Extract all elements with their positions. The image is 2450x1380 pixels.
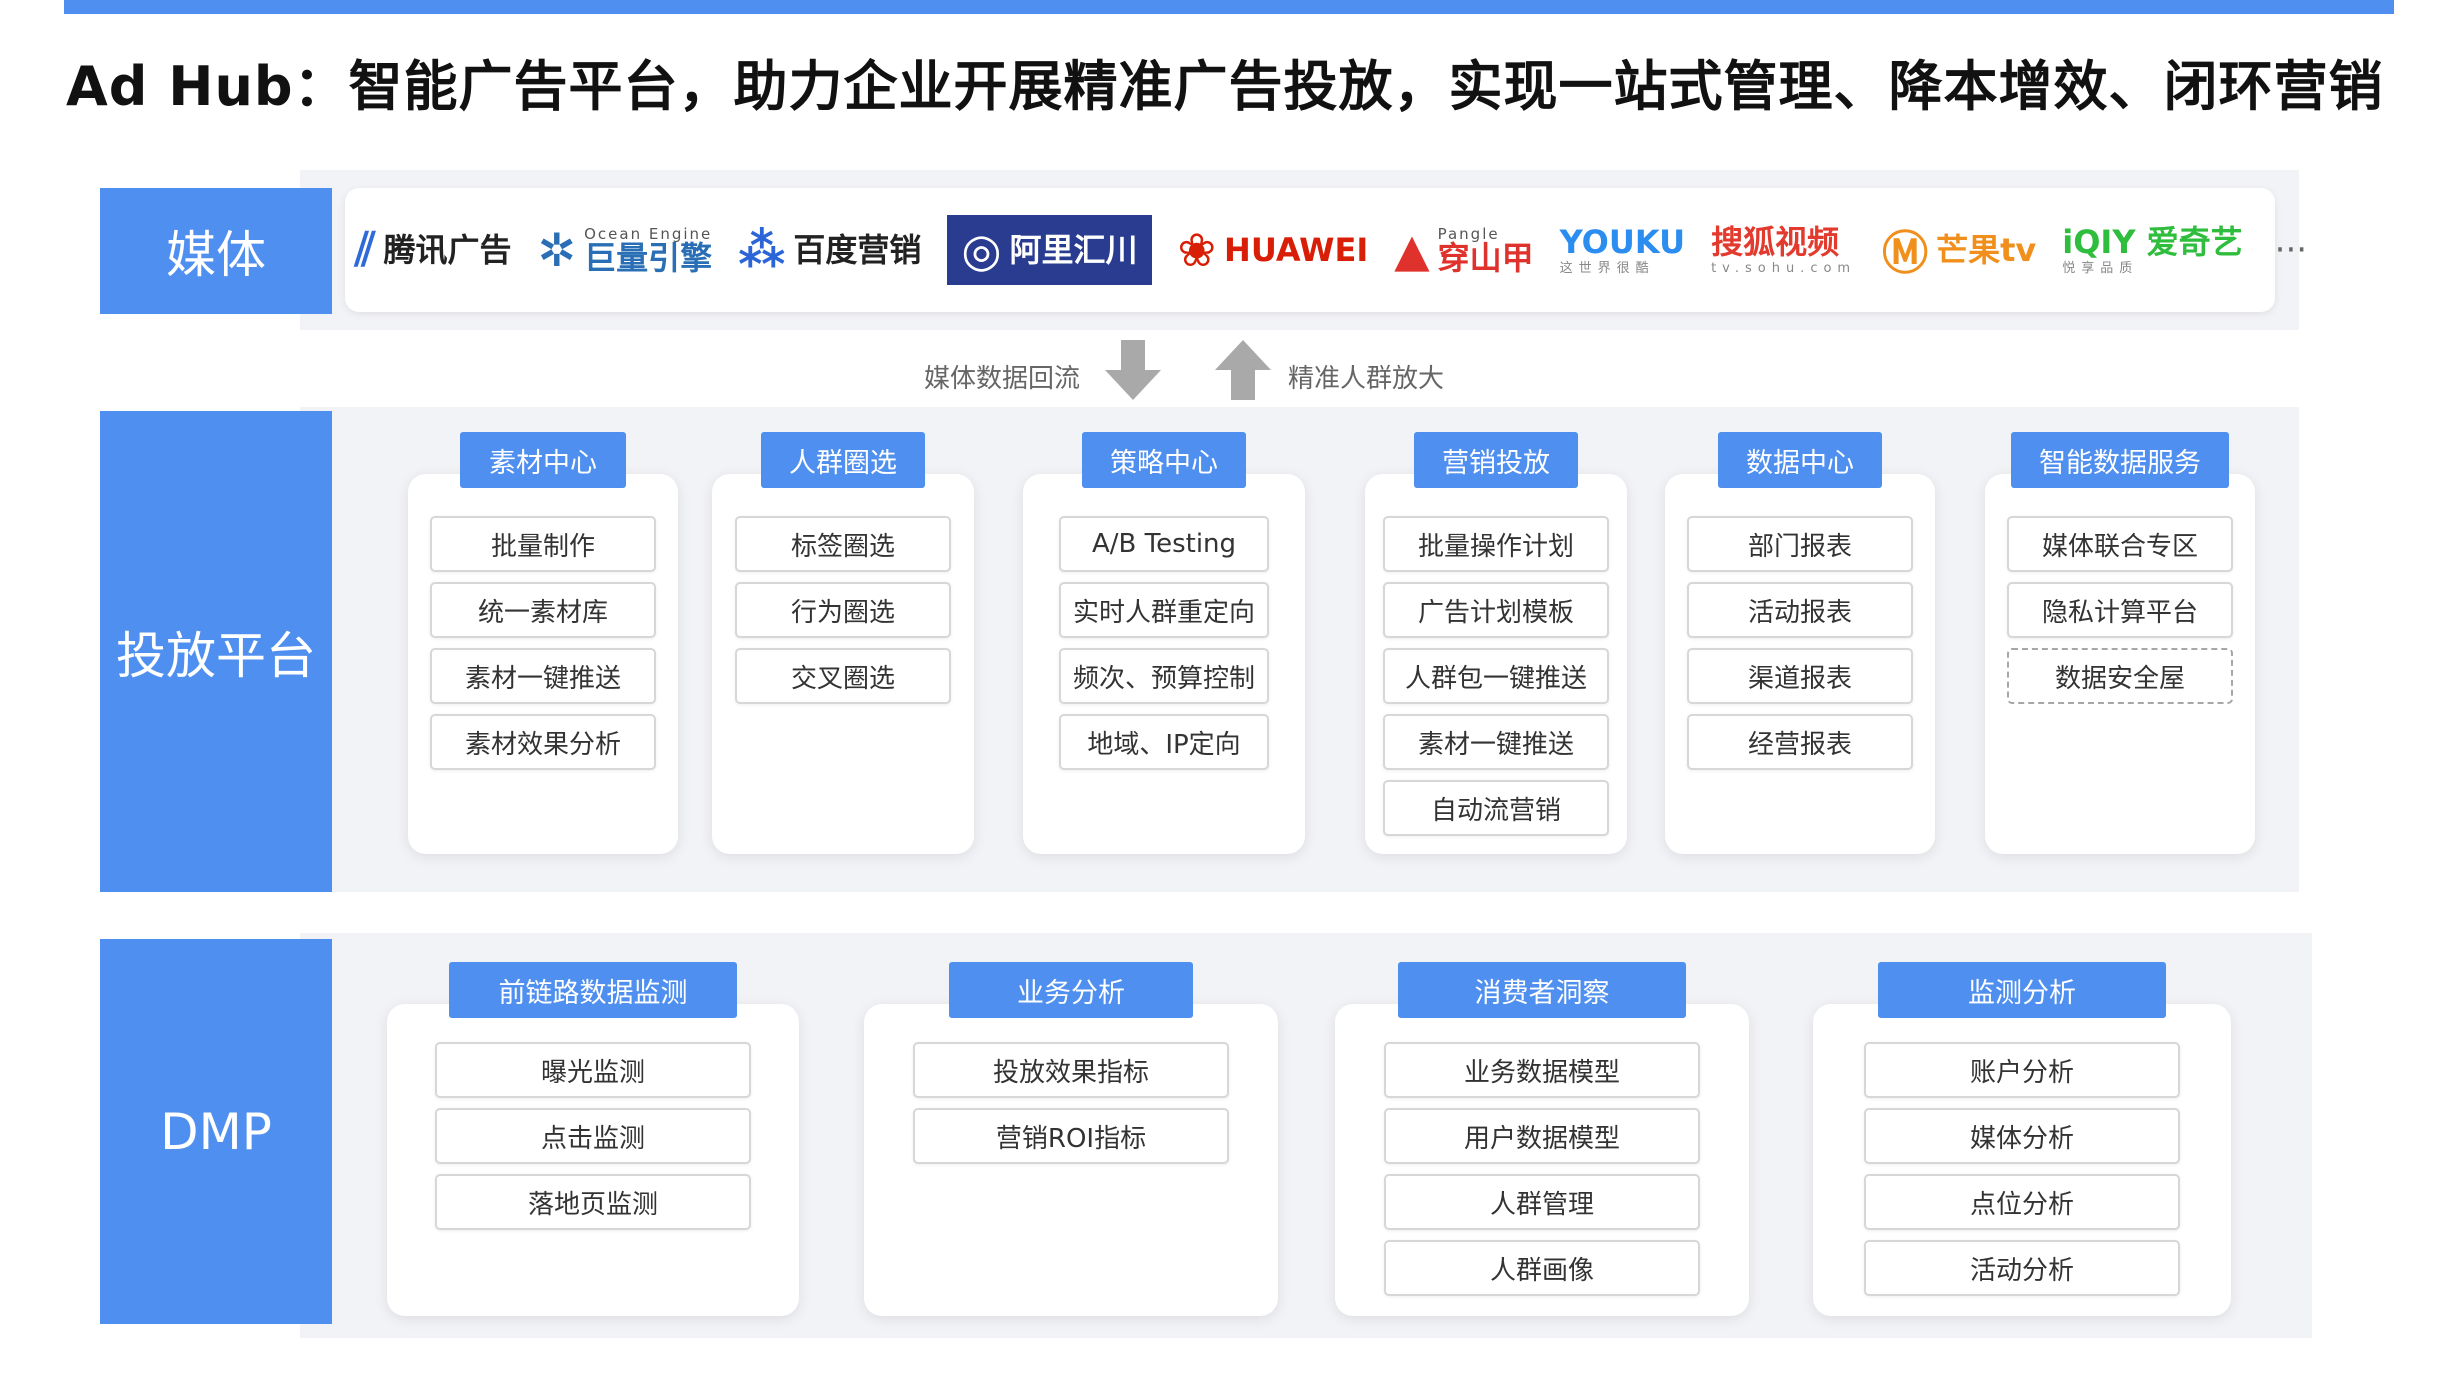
logo-tagline: tv.sohu.com <box>1711 260 1857 276</box>
logo-name: 芒果tv <box>1936 231 2037 269</box>
media-label: 媒体 <box>100 188 332 314</box>
module-item: 批量制作 <box>430 516 656 572</box>
huawei-logo: ❀ HUAWEI <box>1178 223 1369 277</box>
module-item: 部门报表 <box>1687 516 1913 572</box>
module-title: 智能数据服务 <box>2011 432 2229 488</box>
module-item: 人群管理 <box>1384 1174 1700 1230</box>
module-item: 素材一键推送 <box>430 648 656 704</box>
baidu-marketing-logo-mark-icon: ⁂ <box>738 223 786 277</box>
module-item: 数据安全屋 <box>2007 648 2233 704</box>
module-item: 用户数据模型 <box>1384 1108 1700 1164</box>
logo-name: 阿里汇川 <box>1009 231 1138 269</box>
ali-huichuan-logo: ◎ 阿里汇川 <box>947 215 1152 285</box>
module-item: 活动分析 <box>1864 1240 2180 1296</box>
logo-name: HUAWEI <box>1224 231 1369 269</box>
module-item: 频次、预算控制 <box>1059 648 1269 704</box>
module-item: 媒体分析 <box>1864 1108 2180 1164</box>
iqiyi-logo: iQIY 爱奇艺 悦享品质 <box>2062 226 2242 275</box>
mgtv-logo-mark-icon: Ⓜ <box>1882 226 1929 280</box>
module-item: 渠道报表 <box>1687 648 1913 704</box>
module-item: A/B Testing <box>1059 516 1269 572</box>
module-item: 行为圈选 <box>735 582 951 638</box>
platform-label: 投放平台 <box>100 411 332 892</box>
module-item: 营销ROI指标 <box>913 1108 1229 1164</box>
ocean-engine-logo: ✲ Ocean Engine 巨量引擎 <box>538 223 713 277</box>
tencent-ads-logo-mark-icon: ⫽ <box>355 222 376 276</box>
module-item: 人群画像 <box>1384 1240 1700 1296</box>
module-item: 人群包一键推送 <box>1383 648 1609 704</box>
tencent-ads-logo: ⫽ 腾讯广告 <box>355 222 512 278</box>
youku-logo: YOUKU 这世界很酷 <box>1560 226 1685 275</box>
module-item: 隐私计算平台 <box>2007 582 2233 638</box>
module-item: 广告计划模板 <box>1383 582 1609 638</box>
logo-name: 百度营销 <box>793 231 922 269</box>
more-media-icon: ··· <box>2274 230 2308 270</box>
module-item: 业务数据模型 <box>1384 1042 1700 1098</box>
module-item: 素材一键推送 <box>1383 714 1609 770</box>
module-item: 统一素材库 <box>430 582 656 638</box>
module-item: 活动报表 <box>1687 582 1913 638</box>
module-title: 业务分析 <box>949 962 1193 1018</box>
module-item: 实时人群重定向 <box>1059 582 1269 638</box>
module-item: 经营报表 <box>1687 714 1913 770</box>
module-title: 前链路数据监测 <box>449 962 737 1018</box>
module-title: 消费者洞察 <box>1398 962 1686 1018</box>
module-item: 批量操作计划 <box>1383 516 1609 572</box>
dmp-label: DMP <box>100 939 332 1324</box>
logo-name: 腾讯广告 <box>383 231 512 269</box>
module-item: 媒体联合专区 <box>2007 516 2233 572</box>
data-backflow-label: 媒体数据回流 <box>924 364 1081 394</box>
module-title: 人群圈选 <box>761 432 925 488</box>
module-item: 点击监测 <box>435 1108 751 1164</box>
pangle-logo-mark-icon: ▲ <box>1394 223 1430 277</box>
module-item: 账户分析 <box>1864 1042 2180 1098</box>
logo-name: 搜狐视频 <box>1711 222 1840 261</box>
logo-name: iQIY 爱奇艺 <box>2062 222 2243 261</box>
module-item: 素材效果分析 <box>430 714 656 770</box>
pangle-logo: ▲ Pangle 穿山甲 <box>1394 223 1533 277</box>
logo-name: 巨量引擎 <box>584 238 713 277</box>
module-title: 素材中心 <box>460 432 626 488</box>
logo-name: 穿山甲 <box>1437 238 1534 277</box>
logo-tagline: 这世界很酷 <box>1559 260 1655 276</box>
module-title: 数据中心 <box>1718 432 1882 488</box>
audience-expansion-label: 精准人群放大 <box>1288 364 1445 394</box>
module-title: 策略中心 <box>1082 432 1246 488</box>
mgtv-logo: Ⓜ 芒果tv <box>1882 217 2036 283</box>
module-item: 落地页监测 <box>435 1174 751 1230</box>
module-item: 曝光监测 <box>435 1042 751 1098</box>
module-item: 点位分析 <box>1864 1174 2180 1230</box>
media-logo-strip: ⫽ 腾讯广告 ✲ Ocean Engine 巨量引擎 ⁂ 百度营销 ◎ 阿里汇川 ❀ HUAWEI ▲… <box>345 188 2307 312</box>
arrow-down-icon <box>1105 340 1161 400</box>
module-item: 投放效果指标 <box>913 1042 1229 1098</box>
arrow-up-icon <box>1215 340 1271 400</box>
module-title: 监测分析 <box>1878 962 2166 1018</box>
module-title: 营销投放 <box>1414 432 1578 488</box>
logo-tagline: 悦享品质 <box>2062 260 2139 276</box>
baidu-marketing-logo: ⁂ 百度营销 <box>738 223 921 277</box>
sohu-video-logo: 搜狐视频 tv.sohu.com <box>1711 226 1856 275</box>
ocean-engine-logo-mark-icon: ✲ <box>537 223 577 277</box>
logo-name: YOUKU <box>1559 222 1686 261</box>
module-item: 自动流营销 <box>1383 780 1609 836</box>
huawei-logo-mark-icon: ❀ <box>1177 223 1217 277</box>
ali-huichuan-logo-mark-icon: ◎ <box>961 223 1002 277</box>
module-item: 交叉圈选 <box>735 648 951 704</box>
top-accent-bar <box>64 0 2394 14</box>
module-item: 地域、IP定向 <box>1059 714 1269 770</box>
module-item: 标签圈选 <box>735 516 951 572</box>
page-title: Ad Hub：智能广告平台，助力企业开展精准广告投放，实现一站式管理、降本增效、… <box>66 55 2384 118</box>
